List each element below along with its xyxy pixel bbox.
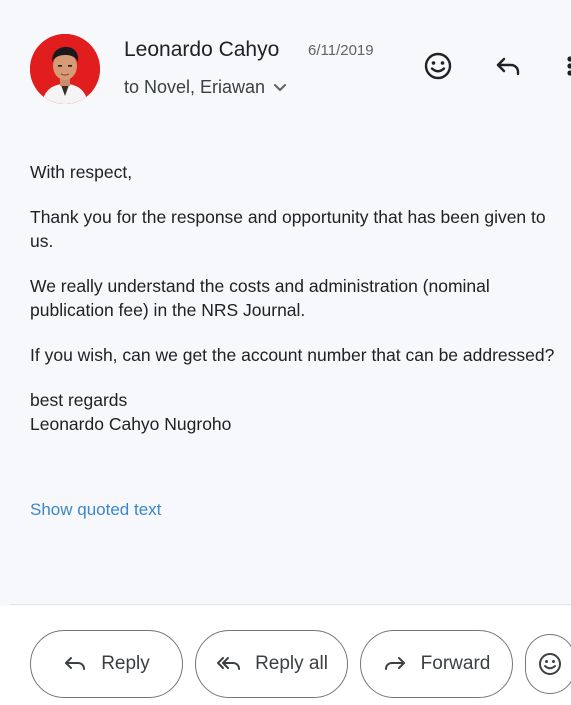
avatar[interactable] <box>30 34 100 104</box>
smiley-icon <box>539 653 561 675</box>
reply-all-icon <box>217 657 241 670</box>
reply-label: Reply <box>101 653 150 674</box>
message-header: Leonardo Cahyo 6/11/2019 to Novel, Eriaw… <box>0 0 571 120</box>
email-view: Leonardo Cahyo 6/11/2019 to Novel, Eriaw… <box>0 0 571 705</box>
reply-button[interactable] <box>490 48 526 84</box>
smiley-icon <box>424 52 452 80</box>
action-bar: Reply Reply all Forward <box>0 606 571 705</box>
body-paragraph: If you wish, can we get the account numb… <box>30 345 555 365</box>
reply-all-pill-button[interactable]: Reply all <box>195 630 348 698</box>
reply-arrow-icon <box>65 657 86 670</box>
more-options-button[interactable] <box>552 48 571 84</box>
forward-pill-button[interactable]: Forward <box>360 630 513 698</box>
reply-arrow-icon <box>496 57 520 76</box>
react-pill-button[interactable] <box>525 634 571 694</box>
more-vertical-icon <box>567 56 571 76</box>
add-reaction-button[interactable] <box>420 48 456 84</box>
body-paragraph: We really understand the costs and admin… <box>30 276 490 320</box>
person-icon <box>30 34 100 104</box>
sender-name: Leonardo Cahyo <box>124 38 280 61</box>
greeting: With respect, <box>30 162 133 182</box>
message-date: 6/11/2019 <box>308 42 374 59</box>
chevron-down-icon <box>274 83 287 91</box>
closing: best regards <box>30 390 128 410</box>
reply-pill-button[interactable]: Reply <box>30 630 183 698</box>
forward-label: Forward <box>420 653 491 674</box>
recipients-label: to Novel, Eriawan <box>124 77 266 97</box>
recipients-toggle[interactable]: to Novel, Eriawan <box>124 77 287 98</box>
forward-arrow-icon <box>384 657 405 670</box>
body-paragraph: Thank you for the response and opportuni… <box>30 207 546 251</box>
message-body: With respect, Thank you for the response… <box>30 160 560 436</box>
signature: Leonardo Cahyo Nugroho <box>30 414 232 434</box>
reply-all-label: Reply all <box>255 653 328 674</box>
show-quoted-text-link[interactable]: Show quoted text <box>30 500 161 520</box>
divider <box>10 604 571 605</box>
